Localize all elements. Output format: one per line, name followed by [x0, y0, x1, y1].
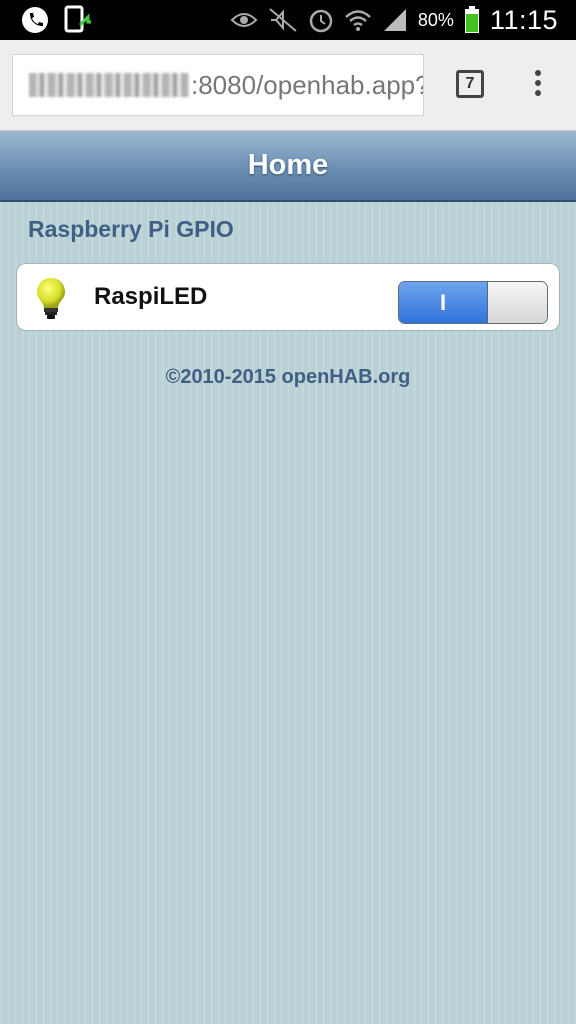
switch-on-state: I — [399, 282, 488, 323]
url-bar[interactable]: :8080/openhab.app? — [12, 54, 424, 116]
status-bar: 80% 11:15 — [0, 0, 576, 40]
battery-icon — [464, 6, 480, 34]
lightbulb-icon — [35, 276, 67, 322]
clock: 11:15 — [489, 4, 558, 35]
obscured-host — [29, 73, 189, 97]
list-item: RaspiLED I — [16, 263, 560, 331]
url-text: :8080/openhab.app? — [191, 70, 424, 100]
page-header: Home — [0, 131, 576, 202]
mute-icon — [268, 7, 298, 33]
tab-switcher-button[interactable]: 7 — [456, 70, 484, 98]
switch-handle[interactable] — [488, 282, 547, 323]
wifi-icon — [344, 7, 372, 33]
copyright-footer: ©2010-2015 openHAB.org — [165, 366, 411, 388]
page-title: Home — [247, 149, 329, 181]
main-content: Raspberry Pi GPIO RaspiLED I ©2010-2015 … — [0, 202, 576, 1024]
alarm-icon — [308, 7, 334, 33]
signal-icon — [382, 7, 408, 33]
battery-percent: 80% — [417, 9, 454, 30]
phone-call-icon — [20, 5, 50, 35]
browser-toolbar: :8080/openhab.app? 7 — [0, 40, 576, 131]
section-title: Raspberry Pi GPIO — [28, 216, 234, 242]
overflow-menu-icon[interactable] — [530, 70, 546, 102]
raspiled-switch[interactable]: I — [398, 281, 548, 324]
screen-rotate-icon — [62, 5, 92, 35]
item-label-raspiled: RaspiLED — [94, 283, 208, 310]
eye-icon — [230, 9, 258, 31]
